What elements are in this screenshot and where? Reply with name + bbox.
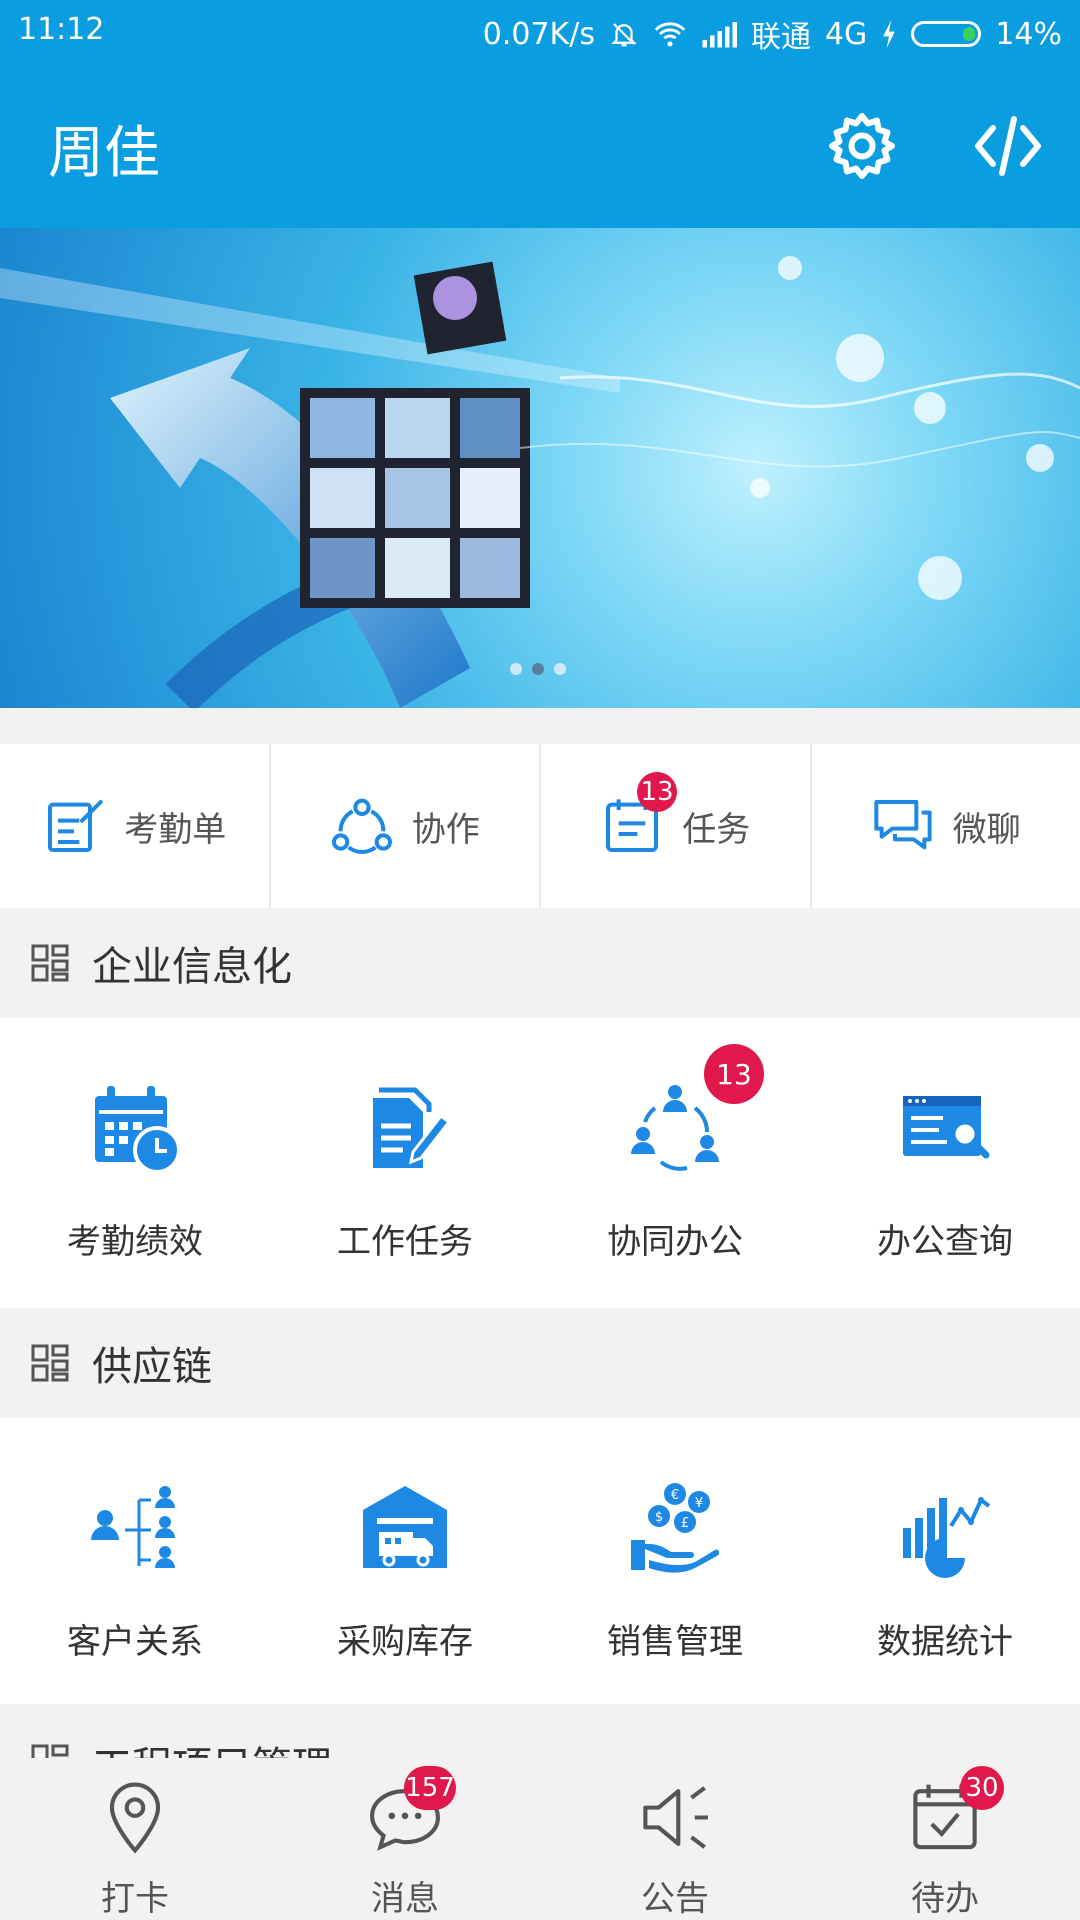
grid-item-label: 销售管理	[607, 1622, 743, 1662]
grid-item-purchase-inventory[interactable]: 采购库存	[270, 1418, 540, 1708]
messages-badge: 157	[404, 1766, 456, 1810]
banner-carousel[interactable]	[0, 228, 1080, 708]
quick-action-attendance-form[interactable]: 考勤单	[0, 744, 271, 908]
grid-item-label: 采购库存	[337, 1622, 473, 1662]
chart-stats-icon	[903, 1496, 991, 1578]
svg-text:€: €	[671, 1488, 679, 1503]
quick-action-label: 考勤单	[124, 809, 227, 850]
mute-icon	[611, 23, 637, 47]
grid-item-office-query[interactable]: 办公查询	[810, 1018, 1080, 1308]
collab-badge: 13	[704, 1044, 764, 1104]
hand-money-icon: € ¥ $ £	[631, 1483, 720, 1573]
grid-item-data-statistics[interactable]: 数据统计	[810, 1418, 1080, 1708]
supply-chain-grid: 客户关系 采购库存 € ¥ $ £ 销售管理 数据统计	[0, 1418, 1080, 1708]
grid-item-label: 协同办公	[607, 1222, 743, 1262]
grid-item-label: 考勤绩效	[67, 1222, 203, 1262]
grid-item-label: 工作任务	[337, 1222, 473, 1262]
grid-icon	[31, 1744, 69, 1758]
bottom-tab-bar: 打卡 消息 157 公告 待办 30	[0, 1758, 1080, 1920]
todo-badge: 30	[960, 1766, 1004, 1810]
tab-clock-in[interactable]: 打卡	[0, 1758, 270, 1920]
svg-text:£: £	[681, 1516, 689, 1531]
carousel-dot[interactable]	[510, 663, 522, 675]
battery-icon	[911, 21, 982, 47]
grid-icon	[31, 1344, 69, 1382]
chat-icon	[874, 800, 932, 850]
network-speed: 0.07K/s	[482, 16, 595, 52]
tab-todo[interactable]: 待办 30	[810, 1758, 1080, 1920]
quick-action-task[interactable]: 任务 13	[541, 744, 812, 908]
tab-label: 待办	[911, 1879, 979, 1919]
status-right: 0.07K/s 联通 4G 14%	[483, 12, 1062, 56]
tab-label: 消息	[371, 1879, 439, 1919]
section-title: 工程项目管理	[92, 1734, 332, 1758]
tab-label: 公告	[641, 1879, 709, 1919]
tab-label: 打卡	[101, 1879, 169, 1919]
carousel-dot-active[interactable]	[532, 663, 544, 675]
page-title: 周佳	[48, 121, 160, 186]
section-header-supply-chain: 供应链	[0, 1308, 1080, 1418]
calendar-clock-icon	[95, 1086, 181, 1174]
warehouse-truck-icon	[363, 1486, 447, 1568]
quick-action-label: 协作	[411, 809, 480, 850]
carousel-dot[interactable]	[554, 663, 566, 675]
quick-action-collaboration[interactable]: 协作	[271, 744, 541, 908]
carrier: 联通	[750, 20, 811, 55]
signal-icon	[702, 22, 737, 48]
network-type: 4G	[824, 16, 868, 52]
form-edit-icon	[48, 800, 103, 852]
banner-image	[0, 256, 1080, 708]
quick-action-label: 任务	[682, 809, 751, 850]
grid-item-attendance-performance[interactable]: 考勤绩效	[0, 1018, 270, 1308]
status-time: 11:12	[18, 12, 105, 47]
status-bar: 11:12 0.07K/s 联通 4G 14%	[0, 0, 1080, 62]
quick-actions-bar: 考勤单 协作 任务 13 微聊	[0, 744, 1080, 908]
section-title: 供应链	[92, 1344, 212, 1390]
carousel-indicator	[510, 663, 566, 675]
document-pen-icon	[373, 1087, 452, 1168]
section-header-enterprise: 企业信息化	[0, 908, 1080, 1018]
grid-item-work-task[interactable]: 工作任务	[270, 1018, 540, 1308]
speaker-icon	[643, 1786, 708, 1849]
tab-announcements[interactable]: 公告	[540, 1758, 810, 1920]
grid-item-sales-management[interactable]: € ¥ $ £ 销售管理	[540, 1418, 810, 1708]
org-chart-icon	[91, 1486, 175, 1568]
battery-level: 14%	[995, 16, 1062, 52]
grid-item-label: 客户关系	[67, 1622, 203, 1662]
grid-item-collaborative-office[interactable]: 协同办公 13	[540, 1018, 810, 1308]
tab-messages[interactable]: 消息 157	[270, 1758, 540, 1920]
svg-text:$: $	[655, 1510, 663, 1525]
wifi-icon	[654, 22, 686, 47]
code-icon[interactable]	[972, 110, 1044, 182]
grid-item-label: 办公查询	[877, 1222, 1013, 1262]
quick-action-chat[interactable]: 微聊	[812, 744, 1080, 908]
quick-action-label: 微聊	[952, 809, 1021, 850]
search-window-icon	[903, 1096, 990, 1159]
grid-icon	[31, 944, 69, 982]
grid-item-customer-relations[interactable]: 客户关系	[0, 1418, 270, 1708]
collaboration-icon	[331, 798, 392, 855]
enterprise-grid: 考勤绩效 工作任务 协同办公 13 办公查询	[0, 1018, 1080, 1308]
section-title: 企业信息化	[92, 944, 292, 990]
app-header: 11:12 0.07K/s 联通 4G 14% 周佳	[0, 0, 1080, 228]
svg-text:¥: ¥	[695, 1496, 703, 1511]
task-badge: 13	[637, 772, 677, 812]
gear-icon[interactable]	[826, 110, 898, 182]
section-header-engineering: 工程项目管理	[0, 1704, 1080, 1758]
location-pin-icon	[109, 1782, 161, 1854]
grid-item-label: 数据统计	[877, 1622, 1013, 1662]
charging-icon	[883, 20, 896, 48]
